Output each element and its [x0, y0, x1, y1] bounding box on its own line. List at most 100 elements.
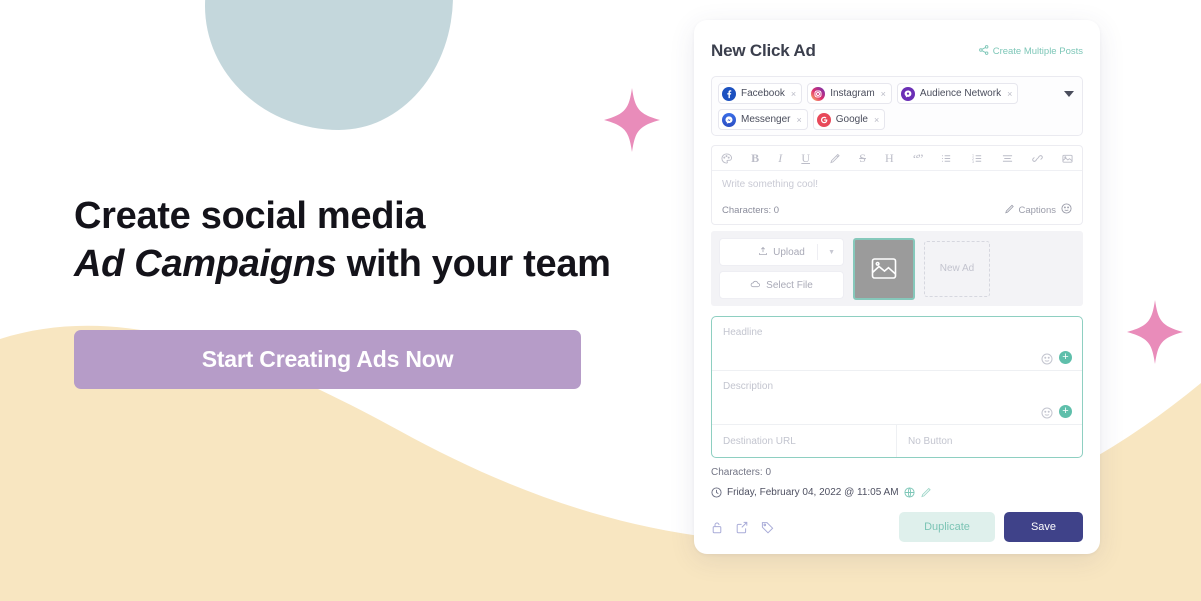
platform-chip-label: Messenger — [741, 114, 791, 125]
share-fork-icon — [978, 44, 989, 58]
bold-icon[interactable]: B — [751, 152, 759, 164]
ad-preview-fields: Headline + Description + Destination URL… — [711, 316, 1083, 458]
align-icon[interactable] — [1002, 153, 1013, 164]
emoji-icon[interactable] — [1041, 406, 1053, 418]
highlighter-icon[interactable] — [829, 153, 840, 164]
chevron-down-icon[interactable]: ▼ — [828, 249, 835, 256]
platform-chip-audience-network[interactable]: Audience Network × — [896, 83, 1019, 104]
emoji-icon[interactable] — [1041, 352, 1053, 364]
color-palette-icon[interactable] — [721, 152, 732, 164]
external-link-icon[interactable] — [736, 521, 748, 534]
headline-line-2-rest: with your team — [336, 243, 611, 285]
link-icon[interactable] — [1032, 153, 1043, 164]
remove-platform-icon[interactable]: × — [796, 115, 801, 125]
card-title: New Click Ad — [711, 41, 816, 60]
platform-chip-label: Audience Network — [919, 88, 1002, 99]
edit-pencil-icon[interactable] — [920, 487, 931, 498]
platform-chip-messenger[interactable]: Messenger × — [718, 109, 808, 130]
card-footer: Duplicate Save — [711, 512, 1083, 542]
create-multiple-posts-label: Create Multiple Posts — [992, 45, 1083, 57]
upload-controls: Upload ▼ Select File — [719, 238, 844, 299]
select-file-button[interactable]: Select File — [719, 271, 844, 299]
decorative-sparkle-star-right — [1127, 300, 1183, 364]
emoji-icon[interactable] — [1061, 203, 1072, 217]
footer-icon-group — [711, 521, 774, 534]
platform-chip-label: Instagram — [830, 88, 875, 99]
clock-icon — [711, 487, 722, 498]
composer-placeholder: Write something cool! — [722, 179, 818, 190]
decorative-sparkle-star-left — [604, 88, 660, 152]
heading-icon[interactable]: H — [885, 152, 894, 164]
platform-chip-facebook[interactable]: Facebook × — [718, 83, 803, 104]
platform-chip-instagram[interactable]: Instagram × — [807, 83, 892, 104]
destination-url-field[interactable]: Destination URL — [712, 425, 897, 457]
remove-platform-icon[interactable]: × — [791, 89, 796, 99]
svg-text:3: 3 — [972, 159, 974, 163]
messenger-icon — [722, 112, 736, 127]
composer-status-row: Characters: 0 Captions — [712, 201, 1082, 224]
platform-chip-label: Facebook — [741, 88, 785, 99]
tag-icon[interactable] — [761, 521, 774, 534]
new-click-ad-card: New Click Ad Create Multiple Posts Faceb… — [694, 20, 1100, 554]
new-ad-placeholder[interactable]: New Ad — [924, 240, 990, 297]
footer-character-count: Characters: 0 — [711, 467, 772, 478]
decorative-blue-blob — [205, 0, 453, 130]
remove-platform-icon[interactable]: × — [1007, 89, 1012, 99]
headline-field[interactable]: Headline + — [712, 317, 1082, 371]
upload-label: Upload — [773, 246, 805, 258]
divider — [817, 244, 818, 260]
schedule-row: Friday, February 04, 2022 @ 11:05 AM — [711, 487, 1083, 498]
headline-line-1: Create social media — [74, 195, 426, 237]
headline-emphasis: Ad Campaigns — [74, 243, 337, 285]
composer-character-count: Characters: 0 — [722, 204, 780, 216]
select-file-label: Select File — [766, 279, 813, 291]
page-root: Create social media Ad Campaigns with yo… — [0, 0, 1201, 601]
platform-chip-google[interactable]: Google × — [812, 109, 886, 130]
description-field[interactable]: Description + — [712, 371, 1082, 425]
schedule-datetime: Friday, February 04, 2022 @ 11:05 AM — [727, 487, 899, 498]
headline-actions: + — [1041, 351, 1072, 364]
save-button[interactable]: Save — [1004, 512, 1083, 542]
headline-placeholder: Headline — [723, 327, 763, 338]
bullet-list-icon[interactable] — [941, 153, 952, 164]
composer-text-area[interactable]: Write something cool! — [712, 171, 1082, 201]
upload-button[interactable]: Upload ▼ — [719, 238, 844, 266]
duplicate-button[interactable]: Duplicate — [899, 512, 995, 542]
cta-button-select[interactable]: No Button — [897, 425, 1082, 457]
audience-network-icon — [900, 86, 915, 101]
underline-icon[interactable]: U — [801, 152, 810, 164]
add-headline-icon[interactable]: + — [1059, 351, 1072, 364]
lock-icon[interactable] — [711, 521, 723, 534]
upload-icon — [758, 246, 768, 259]
page-title: Create social media Ad Campaigns with yo… — [74, 192, 674, 288]
hero-section: Create social media Ad Campaigns with yo… — [74, 192, 674, 389]
chevron-down-icon[interactable] — [1064, 91, 1074, 97]
image-icon[interactable] — [1062, 153, 1073, 164]
strikethrough-icon[interactable]: S — [859, 152, 866, 164]
description-placeholder: Description — [723, 381, 774, 392]
globe-icon[interactable] — [904, 487, 915, 498]
facebook-icon — [722, 86, 736, 101]
create-multiple-posts-link[interactable]: Create Multiple Posts — [978, 44, 1083, 58]
pencil-icon[interactable] — [1004, 204, 1014, 217]
destination-row: Destination URL No Button — [712, 425, 1082, 457]
description-actions: + — [1041, 405, 1072, 418]
formatting-toolbar: B I U S H “” 123 — [712, 146, 1082, 171]
start-creating-ads-button[interactable]: Start Creating Ads Now — [74, 330, 581, 389]
media-thumbnail[interactable] — [853, 237, 915, 300]
remove-platform-icon[interactable]: × — [881, 89, 886, 99]
card-header: New Click Ad Create Multiple Posts — [711, 38, 1083, 64]
italic-icon[interactable]: I — [778, 152, 782, 164]
captions-label[interactable]: Captions — [1019, 205, 1057, 216]
remove-platform-icon[interactable]: × — [874, 115, 879, 125]
numbered-list-icon[interactable]: 123 — [972, 153, 983, 164]
platform-selector[interactable]: Facebook × Instagram × Audience Network … — [711, 76, 1083, 136]
instagram-icon — [811, 86, 826, 101]
platform-chip-label: Google — [835, 114, 868, 125]
add-description-icon[interactable]: + — [1059, 405, 1072, 418]
cloud-icon — [750, 279, 761, 292]
google-icon — [816, 112, 831, 127]
media-attachment-row: Upload ▼ Select File New Ad — [711, 231, 1083, 306]
quote-icon[interactable]: “” — [913, 152, 924, 165]
platform-chip-list: Facebook × Instagram × Audience Network … — [718, 83, 1076, 130]
